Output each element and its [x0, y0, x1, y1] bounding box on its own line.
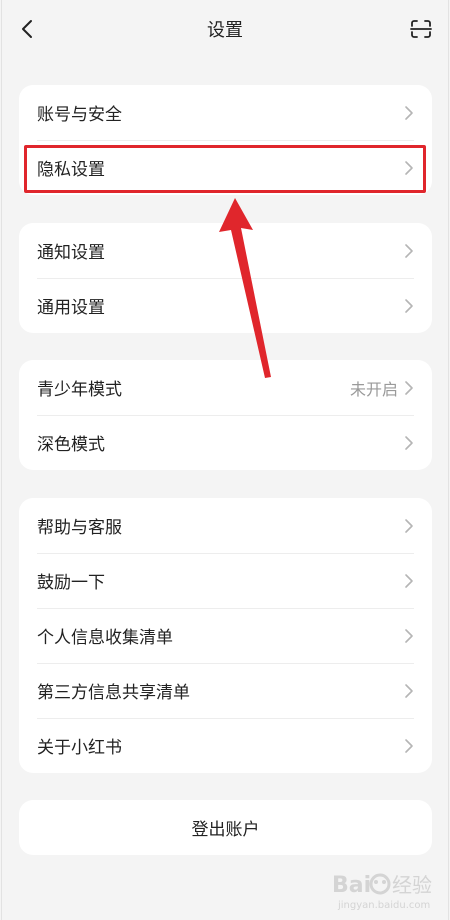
chevron-left-icon [22, 20, 32, 38]
settings-item-label: 隐私设置 [37, 160, 105, 180]
chevron-right-icon [404, 105, 414, 121]
settings-item-dark-mode[interactable]: 深色模式 [19, 415, 432, 470]
scan-button[interactable] [404, 14, 438, 44]
top-navigation-bar: 设置 [0, 0, 450, 58]
settings-group-general: 通知设置 通用设置 [19, 223, 432, 333]
settings-item-label: 关于小红书 [37, 738, 122, 758]
chevron-right-icon [404, 243, 414, 259]
logout-card: 登出账户 [19, 800, 432, 855]
settings-item-privacy[interactable]: 隐私设置 [19, 140, 432, 195]
scan-icon [410, 20, 432, 38]
settings-item-label: 帮助与客服 [37, 518, 122, 538]
settings-group-about: 帮助与客服 鼓励一下 个人信息收集清单 第三方信息共享清单 关于小红书 [19, 498, 432, 773]
back-button[interactable] [12, 14, 42, 44]
settings-item-personal-info-list[interactable]: 个人信息收集清单 [19, 608, 432, 663]
settings-item-label: 个人信息收集清单 [37, 628, 173, 648]
settings-group-account: 账号与安全 隐私设置 [19, 85, 432, 195]
settings-item-label: 通知设置 [37, 243, 105, 263]
settings-item-label: 青少年模式 [37, 380, 122, 400]
chevron-right-icon [404, 573, 414, 589]
settings-item-encourage[interactable]: 鼓励一下 [19, 553, 432, 608]
chevron-right-icon [404, 298, 414, 314]
settings-item-label: 鼓励一下 [37, 573, 105, 593]
chevron-right-icon [404, 518, 414, 534]
chevron-right-icon [404, 738, 414, 754]
chevron-right-icon [404, 435, 414, 451]
settings-item-help[interactable]: 帮助与客服 [19, 498, 432, 553]
teen-mode-status: 未开启 [349, 379, 398, 399]
settings-item-third-party-sharing-list[interactable]: 第三方信息共享清单 [19, 663, 432, 718]
settings-item-about[interactable]: 关于小红书 [19, 718, 432, 773]
chevron-right-icon [404, 160, 414, 176]
settings-group-modes: 青少年模式 未开启 深色模式 [19, 360, 432, 470]
settings-item-notifications[interactable]: 通知设置 [19, 223, 432, 278]
settings-item-general[interactable]: 通用设置 [19, 278, 432, 333]
settings-item-label: 通用设置 [37, 298, 105, 318]
settings-item-teen-mode[interactable]: 青少年模式 未开启 [19, 360, 432, 415]
settings-item-label: 账号与安全 [37, 105, 122, 125]
chevron-right-icon [404, 628, 414, 644]
chevron-right-icon [404, 380, 414, 396]
chevron-right-icon [404, 683, 414, 699]
settings-item-label: 深色模式 [37, 435, 105, 455]
settings-item-label: 第三方信息共享清单 [37, 683, 190, 703]
page-title: 设置 [207, 20, 243, 41]
logout-button[interactable]: 登出账户 [19, 800, 432, 855]
settings-item-account-security[interactable]: 账号与安全 [19, 85, 432, 140]
